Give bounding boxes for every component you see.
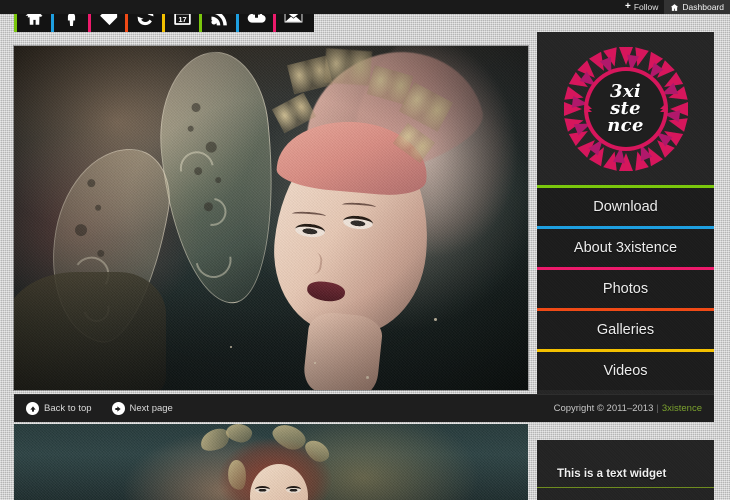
arrow-up-circle-icon <box>26 402 39 415</box>
copyright-separator: | <box>656 403 659 414</box>
main-photo[interactable] <box>14 46 528 390</box>
second-photo[interactable] <box>14 424 528 500</box>
sidebar-item-label: Videos <box>603 363 648 379</box>
sidebar-item-label: Photos <box>602 281 649 297</box>
next-page-label: Next page <box>129 403 173 414</box>
wp-admin-bar: + Follow Dashboard <box>0 0 730 14</box>
plus-icon: + <box>625 1 631 12</box>
logo-star-right <box>659 104 668 109</box>
logo-star-left <box>583 104 592 109</box>
home-icon <box>670 3 679 12</box>
back-to-top-link[interactable]: Back to top <box>26 402 92 415</box>
back-to-top-label: Back to top <box>44 403 92 414</box>
second-photo-grain <box>14 424 528 500</box>
next-page-link[interactable]: Next page <box>111 402 173 415</box>
sidebar-item-galleries[interactable]: Galleries <box>537 308 714 349</box>
sidebar-item-download[interactable]: Download <box>537 185 714 226</box>
svg-text:17: 17 <box>178 14 186 23</box>
main-content-column <box>14 46 528 390</box>
copyright: Copyright © 2011–2013 | 3xistence <box>554 403 702 414</box>
widget-title: This is a text widget <box>557 468 667 480</box>
sidebar-item-videos[interactable]: Videos <box>537 349 714 390</box>
photo-vignette <box>14 46 528 390</box>
logo-burst <box>563 46 688 171</box>
sidebar-item-label: About 3xistence <box>573 240 678 256</box>
text-widget: This is a text widget <box>537 440 714 500</box>
follow-label: Follow <box>633 2 659 12</box>
arrow-right-circle-icon <box>111 402 125 415</box>
sidebar-item-photos[interactable]: Photos <box>537 267 714 308</box>
widget-divider <box>537 487 714 488</box>
site-logo[interactable]: 3xi ste nce <box>563 46 688 171</box>
copyright-brand-link[interactable]: 3xistence <box>662 403 702 414</box>
sidebar: 3xi ste nce Download About 3xistence Pho… <box>537 32 714 394</box>
logo-wrapper: 3xi ste nce <box>537 32 714 185</box>
follow-button[interactable]: + Follow <box>619 0 664 14</box>
dashboard-button[interactable]: Dashboard <box>664 0 730 14</box>
post-footer-bar: Back to top Next page Copyright © 2011–2… <box>14 394 714 422</box>
sidebar-item-about[interactable]: About 3xistence <box>537 226 714 267</box>
dashboard-label: Dashboard <box>682 2 724 12</box>
copyright-text: Copyright © 2011–2013 <box>553 403 654 414</box>
sidebar-item-label: Download <box>593 199 658 215</box>
sidebar-item-label: Galleries <box>596 322 655 338</box>
sidebar-menu: Download About 3xistence Photos Gallerie… <box>537 185 714 390</box>
